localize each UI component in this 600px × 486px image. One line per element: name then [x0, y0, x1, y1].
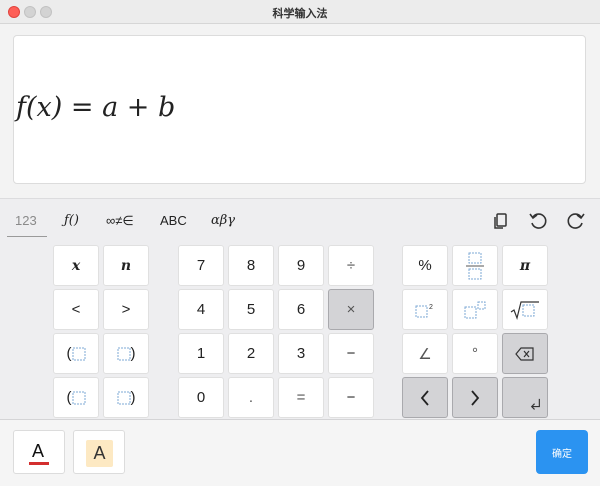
key-x[interactable]: x — [53, 245, 99, 286]
text-color-icon: A — [32, 441, 45, 461]
tab-numbers[interactable]: 123 — [15, 213, 37, 228]
key-less-than[interactable]: < — [53, 289, 99, 330]
key-4[interactable]: 4 — [178, 289, 224, 330]
tab-symbols[interactable]: ∞≠∈ — [106, 213, 134, 229]
backspace-key[interactable] — [502, 333, 548, 374]
math-keyboard: 123 ƒ() ∞≠∈ ABC αβγ x n < > ( ) ( ) 7 8 … — [0, 198, 600, 420]
bottom-bar: A A 确定 — [0, 420, 600, 486]
fraction-icon — [466, 252, 484, 279]
formula-editor[interactable]: f(x) = a + b — [13, 35, 586, 184]
placeholder-box-icon — [72, 391, 85, 404]
key-equals[interactable]: = — [278, 377, 324, 418]
redo-icon[interactable] — [565, 210, 587, 232]
undo-icon[interactable] — [527, 210, 549, 232]
key-left-paren-2[interactable]: ( — [53, 377, 99, 418]
tab-letters[interactable]: ABC — [160, 213, 187, 228]
text-color-button[interactable]: A — [13, 430, 65, 474]
title-bar: 科学输入法 — [0, 0, 600, 24]
placeholder-box-icon — [117, 391, 130, 404]
key-0[interactable]: 0 — [178, 377, 224, 418]
key-6[interactable]: 6 — [278, 289, 324, 330]
right-paren-label: ) — [130, 345, 136, 362]
key-left-paren[interactable]: ( — [53, 333, 99, 374]
active-tab-indicator — [7, 236, 47, 237]
key-decimal-point[interactable]: . — [228, 377, 274, 418]
key-minus[interactable]: − — [328, 333, 374, 374]
key-fraction[interactable] — [452, 245, 498, 286]
confirm-button[interactable]: 确定 — [536, 430, 588, 474]
key-9[interactable]: 9 — [278, 245, 324, 286]
key-right-paren[interactable]: ) — [103, 333, 149, 374]
copy-icon[interactable] — [490, 210, 512, 232]
key-5[interactable]: 5 — [228, 289, 274, 330]
key-minus-2[interactable]: − — [328, 377, 374, 418]
formula-display: f(x) = a + b — [16, 92, 176, 123]
key-n[interactable]: n — [103, 245, 149, 286]
svg-text:2: 2 — [429, 304, 433, 311]
key-greater-than[interactable]: > — [103, 289, 149, 330]
chevron-left-icon — [420, 389, 429, 406]
window-title: 科学输入法 — [272, 8, 328, 20]
key-degree[interactable]: ° — [452, 333, 498, 374]
return-icon — [530, 398, 540, 410]
cursor-right-key[interactable] — [452, 377, 498, 418]
key-pi[interactable]: π — [502, 245, 548, 286]
square-root-icon — [510, 300, 539, 320]
key-8[interactable]: 8 — [228, 245, 274, 286]
placeholder-box-icon — [117, 347, 130, 360]
tab-functions[interactable]: ƒ() — [64, 213, 79, 228]
key-divide[interactable]: ÷ — [328, 245, 374, 286]
square-icon: 2 — [415, 304, 433, 317]
key-power[interactable] — [452, 289, 498, 330]
key-square[interactable]: 2 — [402, 289, 448, 330]
chevron-right-icon — [471, 389, 480, 406]
placeholder-box-icon — [72, 347, 85, 360]
cursor-left-key[interactable] — [402, 377, 448, 418]
key-3[interactable]: 3 — [278, 333, 324, 374]
key-1[interactable]: 1 — [178, 333, 224, 374]
backspace-icon — [515, 346, 534, 361]
text-color-swatch — [29, 462, 49, 465]
key-square-root[interactable] — [502, 289, 548, 330]
key-right-paren-2[interactable]: ) — [103, 377, 149, 418]
key-7[interactable]: 7 — [178, 245, 224, 286]
power-icon — [464, 301, 486, 318]
right-paren-label: ) — [130, 389, 136, 406]
enter-key[interactable] — [502, 377, 548, 418]
background-color-button[interactable]: A — [73, 430, 125, 474]
key-multiply[interactable]: × — [328, 289, 374, 330]
key-2[interactable]: 2 — [228, 333, 274, 374]
tab-greek[interactable]: αβγ — [211, 213, 235, 228]
key-percent[interactable]: % — [402, 245, 448, 286]
key-angle[interactable]: ∠ — [402, 333, 448, 374]
background-color-icon: A — [86, 440, 113, 467]
